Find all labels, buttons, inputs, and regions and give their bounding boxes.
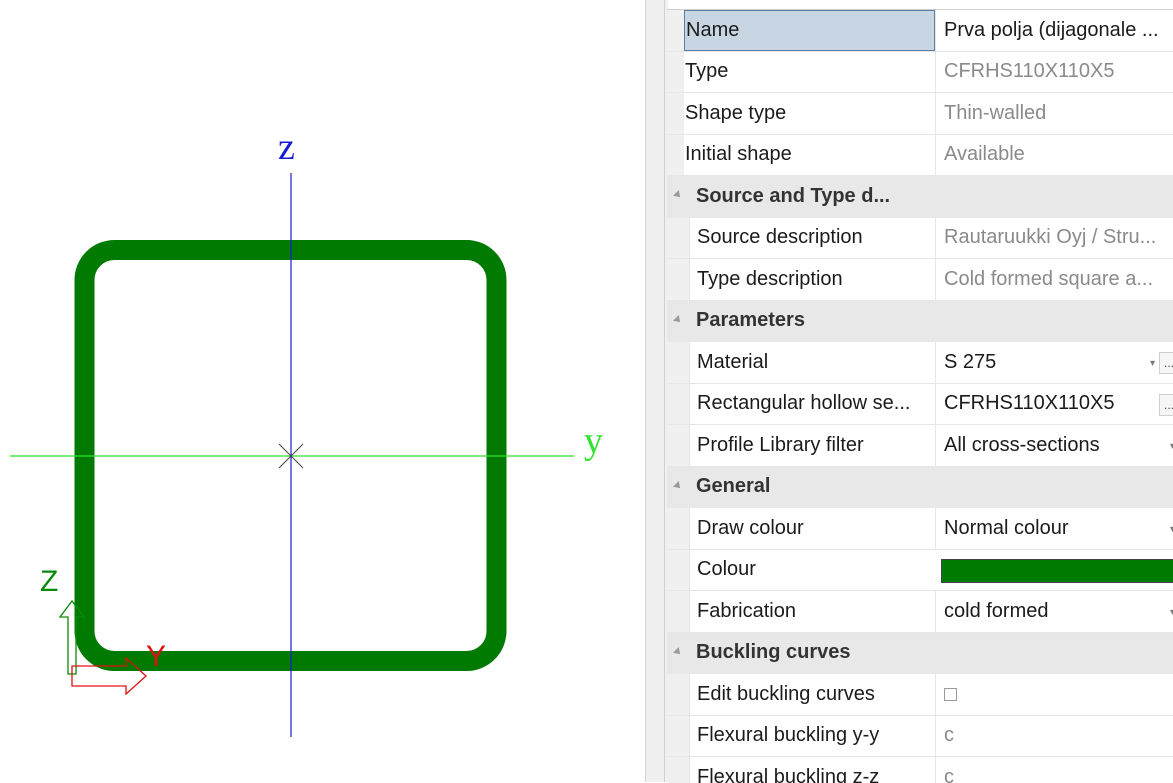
property-value <box>935 674 1173 715</box>
property-row-edit-buckling-curves[interactable]: Edit buckling curves <box>667 674 1173 716</box>
property-label: Fabrication <box>689 591 935 632</box>
row-gutter <box>667 217 689 258</box>
property-row-fabrication[interactable]: Fabricationcold formed▾ <box>667 591 1173 633</box>
property-label: Source description <box>689 217 935 258</box>
row-gutter <box>667 549 689 590</box>
property-row-profile-library-filter[interactable]: Profile Library filter All cross-sections… <box>667 425 1173 467</box>
property-row-name[interactable]: Name Prva polja (dijagonale ... <box>667 10 1173 52</box>
property-row-source-description[interactable]: Source description Rautaruukki Oyj / Stru… <box>667 217 1173 259</box>
property-row-initial-shape[interactable]: Initial shape Available <box>667 134 1173 176</box>
property-value[interactable]: CFRHS110X110X5 <box>935 383 1173 424</box>
collapse-triangle-icon[interactable] <box>673 480 683 491</box>
edit-buckling-checkbox[interactable] <box>944 687 957 701</box>
property-label: Name <box>684 10 935 51</box>
property-value: Available <box>935 134 1173 175</box>
property-value[interactable]: S 275 <box>935 342 1173 383</box>
row-gutter <box>667 591 689 632</box>
property-row-material[interactable]: Material S 275 ▾... <box>667 342 1173 384</box>
row-gutter <box>667 715 689 756</box>
section-preview-canvas[interactable]: z y Z Y <box>0 0 645 782</box>
property-value[interactable]: Prva polja (dijagonale ... <box>935 10 1173 51</box>
collapse-triangle-icon[interactable] <box>673 314 683 325</box>
lcs-z-label: Z <box>40 565 59 598</box>
property-value[interactable]: cold formed <box>935 591 1173 632</box>
y-axis-label: y <box>584 420 603 462</box>
category-title: Source and Type d... <box>696 184 891 207</box>
property-label: Edit buckling curves <box>689 674 935 715</box>
property-label: Rectangular hollow se... <box>689 383 935 424</box>
lcs-y-label: Y <box>146 640 167 673</box>
property-label: Initial shape <box>685 143 792 166</box>
property-value: Rautaruukki Oyj / Stru... <box>935 217 1173 258</box>
row-gutter <box>667 342 689 383</box>
property-label: Colour <box>689 549 935 590</box>
category-parameters[interactable]: Parameters <box>667 300 1173 342</box>
panel-splitter[interactable] <box>645 0 668 782</box>
property-value: c <box>935 757 1173 783</box>
property-value[interactable]: Normal colour <box>935 508 1173 549</box>
category-general[interactable]: General <box>667 466 1173 508</box>
property-row-flexural-buckling-z-z[interactable]: Flexural buckling z-z c <box>667 757 1173 783</box>
property-label: Shape type <box>685 101 787 124</box>
property-value: Cold formed square a... <box>935 259 1173 300</box>
dropdown-arrow-icon[interactable]: ▾ <box>1150 358 1155 369</box>
property-row-type-description[interactable]: Type description Cold formed square a... <box>667 259 1173 301</box>
properties-panel: Name Prva polja (dijagonale ... Type CFRHS1… <box>667 9 1173 783</box>
property-value: Thin-walled <box>935 93 1173 134</box>
colour-swatch[interactable] <box>941 558 1173 583</box>
property-label: Profile Library filter <box>689 425 935 466</box>
category-title: General <box>696 475 771 498</box>
category-title: Parameters <box>696 309 805 332</box>
property-label: Material <box>689 342 935 383</box>
row-gutter <box>667 674 689 715</box>
browse-button[interactable]: ... <box>1159 393 1173 416</box>
property-row-rectangular-hollow-se[interactable]: Rectangular hollow se... CFRHS110X110X5..… <box>667 383 1173 425</box>
property-row-flexural-buckling-y-y[interactable]: Flexural buckling y-y c <box>667 715 1173 757</box>
row-gutter <box>667 383 689 424</box>
category-source-and-type-d[interactable]: Source and Type d... <box>667 176 1173 218</box>
property-label: Flexural buckling y-y <box>689 715 935 756</box>
property-row-type[interactable]: Type CFRHS110X110X5 <box>667 51 1173 93</box>
z-axis-label: z <box>278 126 295 168</box>
row-gutter <box>667 508 689 549</box>
collapse-triangle-icon[interactable] <box>673 190 683 200</box>
row-gutter <box>667 10 684 51</box>
property-label: Type <box>685 60 729 83</box>
property-row-colour[interactable]: Colour <box>667 549 1173 591</box>
property-value[interactable]: All cross-sections <box>935 425 1173 466</box>
property-label: Type description <box>689 259 935 300</box>
category-title: Buckling curves <box>696 641 851 664</box>
row-gutter <box>667 425 689 466</box>
category-buckling-curves[interactable]: Buckling curves <box>667 632 1173 674</box>
property-row-draw-colour[interactable]: Draw colourNormal colour▾ <box>667 508 1173 550</box>
collapse-triangle-icon[interactable] <box>673 646 683 657</box>
property-label: Flexural buckling z-z <box>689 757 935 783</box>
property-label: Draw colour <box>689 508 935 549</box>
property-value: c <box>935 715 1173 756</box>
property-row-shape-type[interactable]: Shape type Thin-walled <box>667 93 1173 135</box>
row-gutter <box>667 259 689 300</box>
row-gutter <box>667 757 689 783</box>
browse-button[interactable]: ... <box>1159 352 1173 374</box>
property-value: CFRHS110X110X5 <box>935 51 1173 92</box>
section-drawing <box>10 173 574 737</box>
